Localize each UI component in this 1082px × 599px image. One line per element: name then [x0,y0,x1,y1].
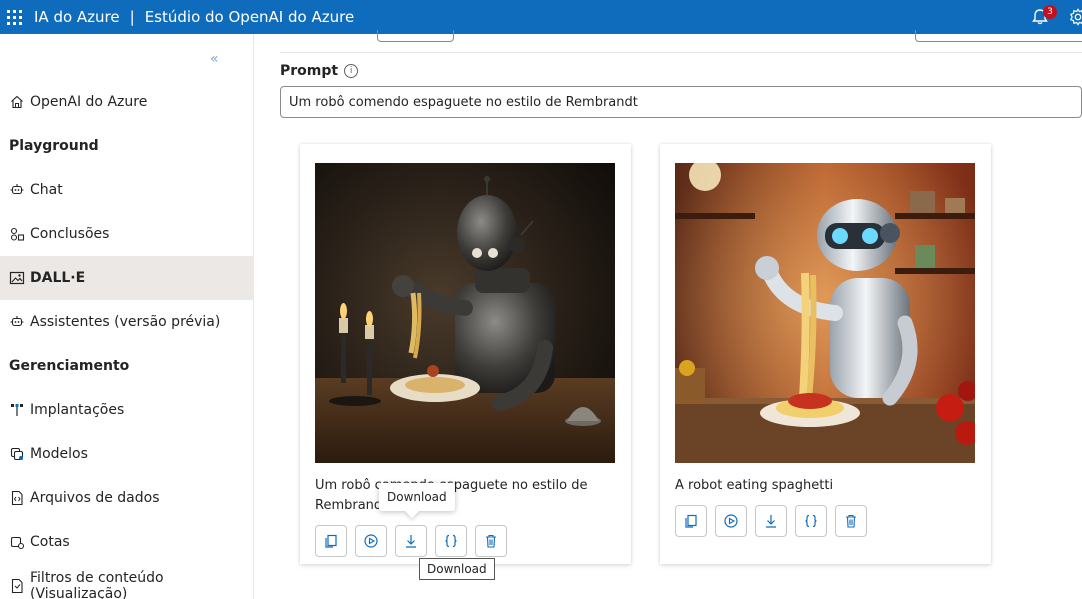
nav-heading-playground: Playground [9,138,99,154]
card-actions [675,505,867,537]
sidebar-item-label: Arquivos de dados [30,490,160,506]
copy-button[interactable] [675,505,707,537]
sidebar-item-assistants[interactable]: Assistentes (versão prévia) [0,300,254,344]
sidebar-item-chat[interactable]: Chat [0,168,254,212]
waffle-icon [6,9,22,25]
copy-icon [685,514,697,528]
models-icon [9,446,25,462]
sidebar-item-label: Assistentes (versão prévia) [30,314,221,330]
home-icon [9,94,25,110]
sidebar-item-label: Chat [30,182,63,198]
download-title-tooltip: Download [419,558,495,580]
gear-icon[interactable] [1069,8,1082,26]
sidebar-item-dalle[interactable]: DALL·E [0,256,254,300]
view-code-button[interactable] [795,505,827,537]
sidebar-item-label: Conclusões [30,226,110,242]
header-separator: | [129,8,135,26]
completions-icon [9,226,25,242]
download-icon [406,535,416,548]
sidebar: « OpenAI do Azure Playground Chat Conclu… [0,34,254,599]
generated-image-robot-spaghetti[interactable] [675,163,975,463]
sidebar-item-label: Implantações [30,402,125,418]
delete-button[interactable] [475,525,507,557]
download-icon [766,515,776,528]
sidebar-item-data-files[interactable]: Arquivos de dados [0,476,254,520]
assistant-icon [9,314,25,330]
delete-button[interactable] [835,505,867,537]
sidebar-item-openai[interactable]: OpenAI do Azure [0,80,254,124]
sidebar-item-label: DALL·E [30,270,86,286]
trash-icon [846,514,856,528]
copy-icon [325,534,337,548]
prompt-label: Prompt i [280,63,359,79]
product-name[interactable]: IA do Azure [34,8,120,26]
edit-icon [724,514,738,528]
top-dropdown-partial[interactable] [915,30,1082,42]
chat-icon [9,182,25,198]
notification-badge: 3 [1043,5,1057,19]
edit-button[interactable] [355,525,387,557]
info-icon[interactable]: i [344,64,359,78]
app-window: IA do Azure | Estúdio do OpenAI do Azure… [0,0,1082,599]
image-card-1: Um robô comendo espaguete no estilo de R… [300,144,631,564]
copy-button[interactable] [315,525,347,557]
download-button[interactable] [755,505,787,537]
json-icon [805,514,817,528]
image-caption: Um robô comendo espaguete no estilo de R… [315,478,588,513]
sidebar-item-label: Cotas [30,534,70,550]
section-divider [280,52,1082,53]
view-code-button[interactable] [435,525,467,557]
content-filter-icon [9,578,25,594]
data-files-icon [9,490,25,506]
prompt-input[interactable]: Um robô comendo espaguete no estilo de R… [280,86,1082,118]
sidebar-item-completions[interactable]: Conclusões [0,212,254,256]
json-icon [445,534,457,548]
image-caption: A robot eating spaghetti [675,478,834,493]
app-launcher-button[interactable] [0,0,28,34]
generated-image-rembrandt[interactable] [315,163,615,463]
prompt-label-text: Prompt [280,63,339,79]
card-actions [315,525,507,557]
collapse-sidebar-icon[interactable]: « [210,51,219,67]
top-bar: IA do Azure | Estúdio do OpenAI do Azure… [0,0,1082,34]
sidebar-item-label: Modelos [30,446,88,462]
sidebar-item-deployments[interactable]: Implantações [0,388,254,432]
sidebar-item-models[interactable]: Modelos [0,432,254,476]
edit-icon [364,534,378,548]
sidebar-item-content-filters[interactable]: Filtros de conteúdo (Visualização) [0,564,254,599]
image-icon [9,270,25,286]
quota-icon [9,534,25,550]
sidebar-item-label: Filtros de conteúdo (Visualização) [30,570,164,599]
image-card-2: A robot eating spaghetti [660,144,991,564]
download-tooltip: Download [379,483,455,511]
edit-button[interactable] [715,505,747,537]
sidebar-item-quotas[interactable]: Cotas [0,520,254,564]
top-control-partial[interactable] [377,30,454,42]
main-content: Prompt i Um robô comendo espaguete no es… [255,30,1082,599]
sidebar-item-label: OpenAI do Azure [30,94,148,110]
studio-name[interactable]: Estúdio do OpenAI do Azure [145,8,354,26]
nav-heading-management: Gerenciamento [9,358,130,374]
download-button[interactable] [395,525,427,557]
deployments-icon [9,402,25,418]
trash-icon [486,534,496,548]
